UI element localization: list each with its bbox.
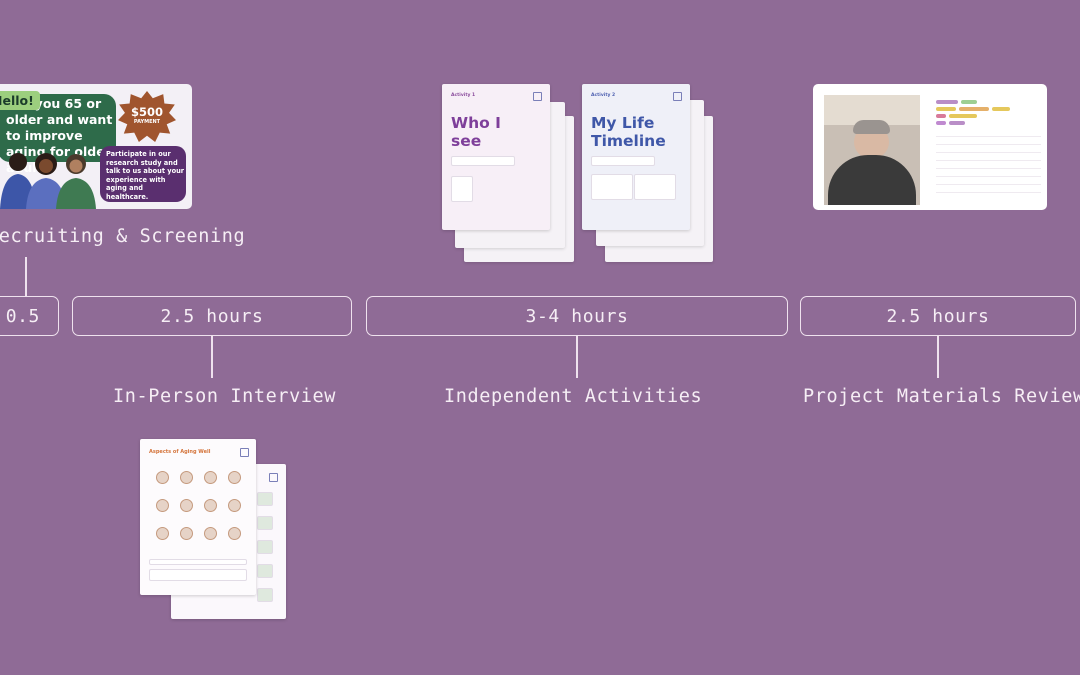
person-hair bbox=[853, 120, 890, 134]
tag bbox=[936, 114, 946, 118]
person-shirt bbox=[828, 155, 916, 205]
interview-video bbox=[824, 95, 920, 205]
timeline-card bbox=[634, 174, 676, 200]
aspect-icon bbox=[204, 471, 217, 484]
meta-row bbox=[936, 160, 1041, 161]
who-i-see-sheet: Activity 1 Who I see bbox=[442, 84, 550, 230]
who-i-see-title: Who I see bbox=[451, 114, 501, 150]
timeline-title: My Life Timeline bbox=[591, 114, 666, 150]
aspect-icon bbox=[228, 499, 241, 512]
activity-1-label: Activity 1 bbox=[451, 93, 476, 98]
recruiting-flyer: Are you 65 or older and want to improve … bbox=[0, 84, 192, 209]
time-box-interview: 2.5 hours bbox=[72, 296, 352, 336]
aspect-icon bbox=[156, 499, 169, 512]
tag bbox=[949, 121, 965, 125]
aspect-icon bbox=[180, 471, 193, 484]
timeline-card bbox=[591, 174, 633, 200]
sheet-icon bbox=[240, 448, 249, 457]
meta-row bbox=[936, 136, 1041, 137]
aging-well-title: Aspects of Aging Well bbox=[149, 449, 211, 455]
name-field bbox=[451, 156, 515, 166]
meta-row bbox=[936, 152, 1041, 153]
aspect-icon bbox=[228, 471, 241, 484]
photo-thumb bbox=[257, 588, 273, 602]
answer-field bbox=[149, 569, 247, 581]
phase-label-activities: Independent Activities bbox=[444, 386, 703, 407]
tag bbox=[936, 107, 956, 111]
meta-row bbox=[936, 192, 1041, 193]
sample-card bbox=[451, 176, 473, 202]
phase-label-review: Project Materials Review bbox=[803, 386, 1080, 407]
aspect-icon bbox=[228, 527, 241, 540]
tag bbox=[992, 107, 1010, 111]
tag bbox=[936, 121, 946, 125]
meta-row bbox=[936, 144, 1041, 145]
name-field bbox=[591, 156, 655, 166]
sheet-icon bbox=[533, 92, 542, 101]
tag bbox=[949, 114, 977, 118]
connector-line bbox=[25, 257, 27, 296]
timeline-sheet: Activity 2 My Life Timeline bbox=[582, 84, 690, 230]
payment-amount: $500 bbox=[130, 105, 163, 119]
tag bbox=[961, 100, 977, 104]
time-box-recruiting: 0.5 bbox=[0, 296, 59, 336]
aspect-icon bbox=[180, 527, 193, 540]
photo-thumb bbox=[257, 540, 273, 554]
sheet-icon bbox=[673, 92, 682, 101]
materials-review-screenshot bbox=[813, 84, 1047, 210]
aspect-icon bbox=[204, 499, 217, 512]
people-illustration bbox=[0, 153, 96, 209]
photo-thumb bbox=[257, 564, 273, 578]
meta-row bbox=[936, 184, 1041, 185]
connector-line bbox=[576, 336, 578, 378]
aspects-of-aging-well-sheet: Aspects of Aging Well bbox=[140, 439, 256, 595]
tag bbox=[959, 107, 989, 111]
photo-thumb bbox=[257, 492, 273, 506]
time-box-activities: 3-4 hours bbox=[366, 296, 788, 336]
meta-row bbox=[936, 176, 1041, 177]
phase-label-interview: In-Person Interview bbox=[113, 386, 337, 407]
photo-thumb bbox=[257, 516, 273, 530]
phase-label-recruiting: Recruiting & Screening bbox=[0, 226, 246, 247]
aspect-icon bbox=[204, 527, 217, 540]
hello-tag: Hello! bbox=[0, 91, 40, 110]
aspect-icon bbox=[156, 527, 169, 540]
meta-row bbox=[936, 168, 1041, 169]
time-box-review: 2.5 hours bbox=[800, 296, 1076, 336]
aspect-icon bbox=[180, 499, 193, 512]
activity-2-label: Activity 2 bbox=[591, 93, 616, 98]
flyer-invite: Participate in our research study and ta… bbox=[106, 150, 185, 201]
connector-line bbox=[937, 336, 939, 378]
tag bbox=[936, 100, 958, 104]
payment-label: PAYMENT bbox=[133, 119, 161, 125]
aspect-icon bbox=[156, 471, 169, 484]
connector-line bbox=[211, 336, 213, 378]
answer-field bbox=[149, 559, 247, 565]
sheet-icon bbox=[269, 473, 278, 482]
